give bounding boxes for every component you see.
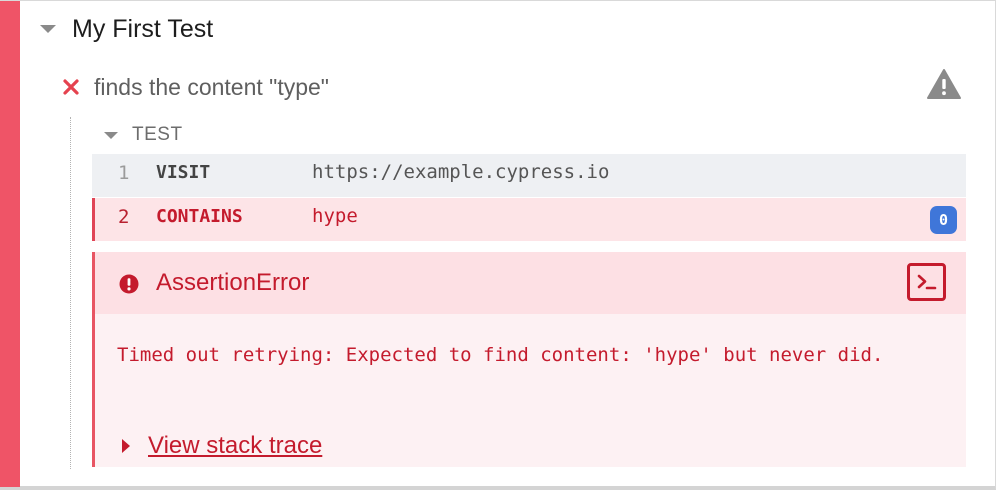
failed-indicator-bar bbox=[0, 1, 20, 487]
alert-circle-icon bbox=[119, 274, 139, 294]
chevron-down-icon[interactable] bbox=[104, 131, 118, 139]
view-stack-trace-link[interactable]: View stack trace bbox=[148, 432, 322, 460]
error-message: Timed out retrying: Expected to find con… bbox=[117, 344, 884, 366]
test-body-guide bbox=[70, 117, 71, 469]
command-method: CONTAINS bbox=[156, 206, 243, 227]
test-title: finds the content "type" bbox=[94, 73, 329, 100]
suite-title: My First Test bbox=[72, 14, 214, 43]
warning-icon[interactable] bbox=[926, 68, 962, 100]
error-title: AssertionError bbox=[156, 269, 310, 296]
stack-trace-toggle[interactable]: View stack trace bbox=[122, 432, 322, 460]
section-label: TEST bbox=[132, 124, 183, 145]
suite-header[interactable]: My First Test bbox=[40, 11, 213, 47]
chevron-down-icon[interactable] bbox=[40, 25, 56, 33]
print-to-console-button[interactable] bbox=[907, 263, 946, 301]
command-number: 2 bbox=[118, 206, 130, 228]
test-section-header[interactable]: TEST bbox=[104, 122, 183, 148]
command-row-visit[interactable]: 1 VISIT https://example.cypress.io bbox=[92, 154, 966, 197]
command-message: https://example.cypress.io bbox=[312, 161, 610, 183]
test-header[interactable]: finds the content "type" bbox=[62, 69, 329, 105]
error-panel: AssertionError Timed out retrying: Expec… bbox=[92, 252, 966, 467]
reporter-panel: My First Test finds the content "type" T… bbox=[0, 0, 996, 490]
close-icon bbox=[63, 79, 79, 95]
terminal-icon bbox=[917, 274, 937, 290]
chevron-right-icon[interactable] bbox=[122, 439, 130, 453]
command-message: hype bbox=[312, 205, 358, 227]
error-header: AssertionError bbox=[95, 252, 966, 314]
command-method: VISIT bbox=[156, 162, 211, 183]
element-count-badge: 0 bbox=[930, 206, 957, 234]
command-number: 1 bbox=[118, 162, 130, 184]
command-row-contains[interactable]: 2 CONTAINS hype 0 bbox=[92, 198, 966, 241]
